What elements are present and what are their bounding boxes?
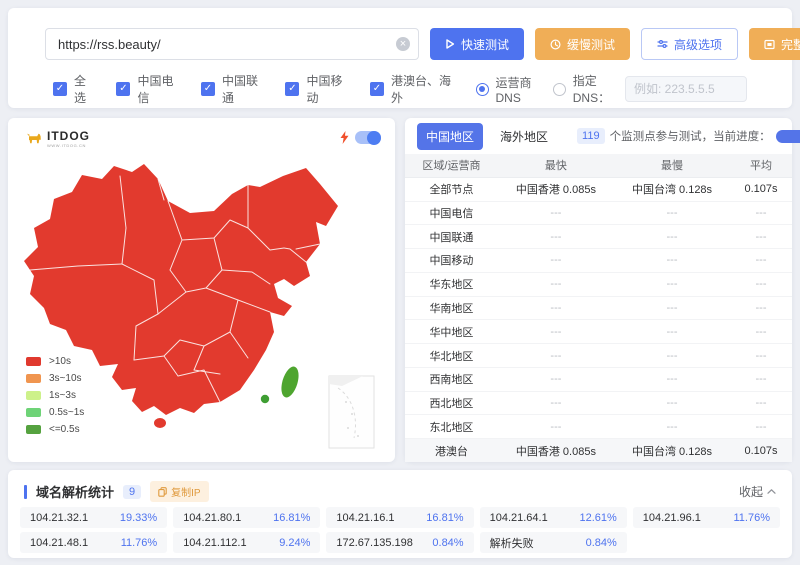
lightning-icon [340,131,349,144]
table-row[interactable]: 西北地区 --- --- --- [405,392,792,416]
slow-test-button[interactable]: 缓慢测试 [535,28,630,60]
legend-swatch-green [26,408,41,417]
results-header: 中国地区 海外地区 119 个监测点参与测试，当前进度： 100% [405,118,792,154]
logo-subtitle: WWW.ITDOG.CN [47,144,90,148]
table-row[interactable]: 港澳台 中国香港 0.085s 中国台湾 0.128s 0.107s [405,439,792,462]
legend-swatch-red [26,357,41,366]
table-header-row: 区域/运营商 最快 最慢 平均 [405,154,792,178]
table-row[interactable]: 全部节点 中国香港 0.085s 中国台湾 0.128s 0.107s [405,178,792,202]
table-row[interactable]: 中国移动 --- --- --- [405,249,792,273]
clear-input-icon[interactable]: × [396,37,410,51]
toggle-knob [367,131,381,145]
dns-stats-panel: 域名解析统计 9 复制IP 收起 104.21.32.119.33% 104.2… [8,470,792,558]
dns-stats-header: 域名解析统计 9 复制IP [24,481,209,502]
tab-overseas-region[interactable]: 海外地区 [491,123,557,150]
checkbox-checked-icon: ✓ [285,82,299,96]
legend-item: <=0.5s [26,421,84,438]
hk-marker-dot [261,395,269,403]
legend-swatch-darkgreen [26,425,41,434]
progress-label: 个监测点参与测试，当前进度： [610,128,771,144]
legend-swatch-orange [26,374,41,383]
results-card: 中国地区 海外地区 119 个监测点参与测试，当前进度： 100% 区域/运营商… [405,118,792,462]
ip-stat-box[interactable]: 104.21.48.111.76% [20,532,167,553]
copy-icon [158,487,167,497]
copy-ip-button[interactable]: 复制IP [150,481,208,502]
custom-dns-label: 指定DNS： [573,72,615,106]
ip-stat-box[interactable]: 104.21.96.111.76% [633,507,780,528]
play-icon [445,39,455,49]
quick-test-button[interactable]: 快速测试 [430,28,524,60]
table-row[interactable]: 东北地区 --- --- --- [405,415,792,439]
title-accent-bar [24,485,27,499]
collapse-button[interactable]: 收起 [739,483,776,500]
table-row[interactable]: 华北地区 --- --- --- [405,344,792,368]
map-legend: >10s 3s~10s 1s~3s 0.5s~1s <=0.5s [26,353,84,438]
checkbox-select-all[interactable]: ✓全选 [53,72,92,106]
hainan-island [154,418,166,428]
checkbox-checked-icon: ✓ [201,82,215,96]
ip-stat-box[interactable]: 104.21.32.119.33% [20,507,167,528]
map-toggle[interactable] [355,131,381,144]
checkbox-checked-icon: ✓ [53,82,67,96]
table-row[interactable]: 西南地区 --- --- --- [405,368,792,392]
table-row[interactable]: 中国电信 --- --- --- [405,202,792,226]
ip-stat-box[interactable]: 104.21.64.112.61% [480,507,627,528]
table-row[interactable]: 华南地区 --- --- --- [405,297,792,321]
checkbox-china-mobile[interactable]: ✓中国移动 [285,72,346,106]
dog-icon [26,130,43,145]
ip-stat-box[interactable]: 104.21.16.116.81% [326,507,473,528]
itdog-logo[interactable]: ITDOG WWW.ITDOG.CN [26,130,90,148]
legend-item: 3s~10s [26,370,84,387]
custom-dns-input[interactable] [625,76,747,102]
logo-title: ITDOG [47,130,90,142]
checkbox-checked-icon: ✓ [370,82,384,96]
legend-item: 0.5s~1s [26,404,84,421]
legend-item: >10s [26,353,84,370]
map-card: ITDOG WWW.ITDOG.CN [8,118,395,462]
progress-bar: 100% [776,130,800,143]
checkbox-hmt-overseas[interactable]: ✓港澳台、海外 [370,72,452,106]
node-count-badge: 119 [577,128,605,144]
checkbox-china-unicom[interactable]: ✓中国联通 [201,72,262,106]
sliders-icon [657,39,668,49]
screenshot-icon [764,39,775,50]
ip-stat-box[interactable]: 172.67.135.1980.84% [326,532,473,553]
checkbox-checked-icon: ✓ [116,82,130,96]
ip-count-badge: 9 [123,485,141,499]
table-row[interactable]: 华东地区 --- --- --- [405,273,792,297]
full-screenshot-button[interactable]: 完整截图 [749,28,800,60]
checkbox-china-telecom[interactable]: ✓中国电信 [116,72,177,106]
legend-item: 1s~3s [26,387,84,404]
ip-stat-box[interactable]: 解析失败0.84% [480,532,627,553]
ip-stat-box[interactable]: 104.21.80.116.81% [173,507,320,528]
dns-option-group: 运营商DNS 指定DNS： [476,72,747,106]
chevron-up-icon [767,487,776,496]
ip-stat-box[interactable]: 104.21.112.19.24% [173,532,320,553]
advanced-options-button[interactable]: 高级选项 [641,28,738,60]
south-china-sea-inset [329,376,374,448]
custom-dns-radio[interactable] [553,83,566,96]
panel-title: 域名解析统计 [36,482,114,501]
taiwan-island [278,365,302,400]
legend-swatch-lime [26,391,41,400]
table-row[interactable]: 中国联通 --- --- --- [405,225,792,249]
url-input[interactable] [46,37,418,52]
toolbar-card: × 快速测试 缓慢测试 高级选项 完整截图 ✓全选 ✓中国电信 ✓中国联通 ✓中… [8,8,792,108]
carrier-dns-label: 运营商DNS [496,74,538,105]
table-row[interactable]: 华中地区 --- --- --- [405,320,792,344]
clock-icon [550,39,561,50]
carrier-dns-radio[interactable] [476,83,489,96]
results-table: 区域/运营商 最快 最慢 平均 全部节点 中国香港 0.085s 中国台湾 0.… [405,154,792,462]
ip-stats-grid: 104.21.32.119.33% 104.21.80.116.81% 104.… [20,507,780,553]
url-input-wrap: × [45,28,419,60]
tab-china-region[interactable]: 中国地区 [417,123,483,150]
